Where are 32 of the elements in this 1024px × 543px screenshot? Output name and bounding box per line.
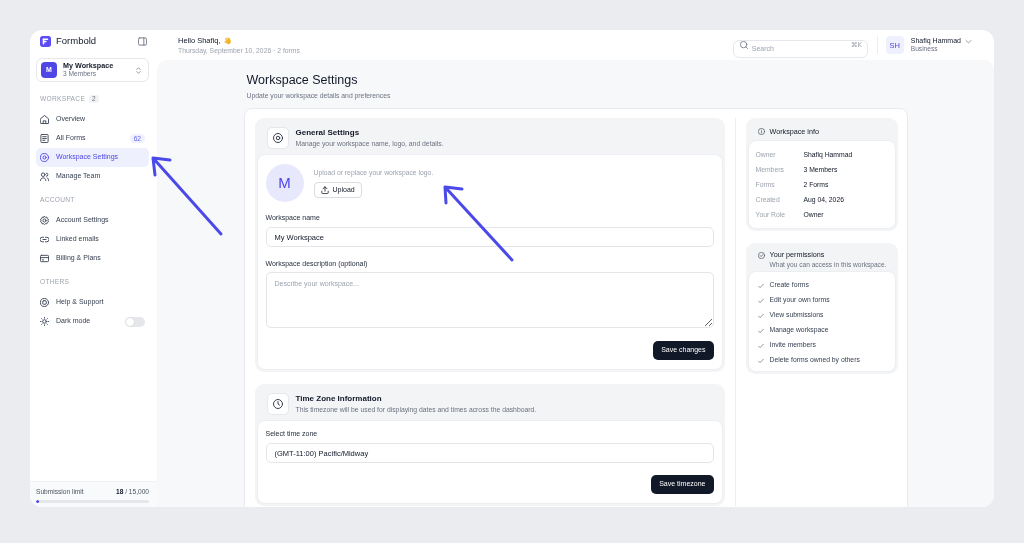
gear-icon [40,216,49,225]
document-icon [40,134,49,143]
check-icon [757,357,764,364]
check-icon [757,312,764,319]
check-icon [757,342,764,349]
logo-icon [40,35,51,47]
wave-hand-icon [223,36,232,45]
link-icon [40,235,49,244]
target-icon [40,153,49,162]
search-icon [739,41,748,49]
logo-avatar: M [265,164,304,202]
page-title: Workspace Settings [245,73,359,88]
section-title: Time Zone Information [295,394,383,404]
check-icon [757,282,764,289]
check-icon [757,297,764,304]
sun-icon [40,317,49,326]
chevron-up-down-icon [135,66,142,74]
toggle-switch[interactable] [125,316,145,327]
credit-card-icon [40,254,49,263]
home-icon [40,115,49,124]
upload-icon [320,186,329,194]
sidebar-toggle-icon[interactable] [138,36,147,46]
check-icon [757,327,764,334]
brand-name: Formbold [56,35,97,47]
check-circle-icon [757,251,765,259]
chevron-down-icon[interactable] [965,37,972,45]
lifebuoy-icon [40,298,49,307]
clock-icon [266,393,289,415]
users-icon [40,172,49,181]
section-title: General Settings [295,128,361,138]
info-icon [757,128,765,135]
target-icon [266,127,289,149]
